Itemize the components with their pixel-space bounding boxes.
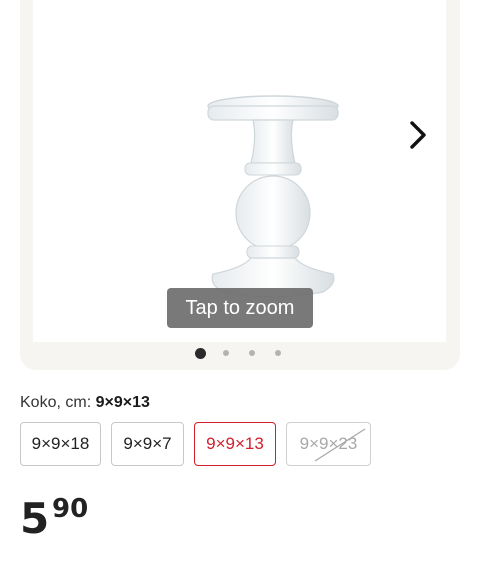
price-integer: 5 (20, 494, 49, 543)
size-option-9x9x7[interactable]: 9×9×7 (111, 422, 184, 466)
tap-to-zoom-hint[interactable]: Tap to zoom (167, 288, 313, 328)
gallery-pagination (195, 346, 301, 360)
chevron-right-icon[interactable] (404, 118, 432, 152)
size-option-9x9x23[interactable]: 9×9×23 (286, 422, 371, 466)
product-price: 5 90 (20, 494, 88, 543)
pagination-dot-4[interactable] (275, 350, 281, 356)
size-option-9x9x13[interactable]: 9×9×13 (194, 422, 276, 466)
size-options: 9×9×18 9×9×7 9×9×13 9×9×23 (20, 422, 381, 466)
pagination-dot-3[interactable] (249, 350, 255, 356)
product-image-area[interactable]: Tap to zoom (33, 0, 446, 342)
unavailable-strike-icon (314, 428, 366, 462)
size-option-9x9x18[interactable]: 9×9×18 (20, 422, 101, 466)
variant-selected-value: 9×9×13 (95, 394, 150, 411)
candle-holder-image (207, 95, 339, 298)
variant-title: Koko, cm: 9×9×13 (20, 394, 150, 412)
pagination-dot-1[interactable] (195, 347, 206, 359)
pagination-dot-2[interactable] (223, 350, 229, 356)
price-decimals: 90 (52, 494, 89, 524)
variant-label: Koko, cm: (20, 394, 92, 411)
